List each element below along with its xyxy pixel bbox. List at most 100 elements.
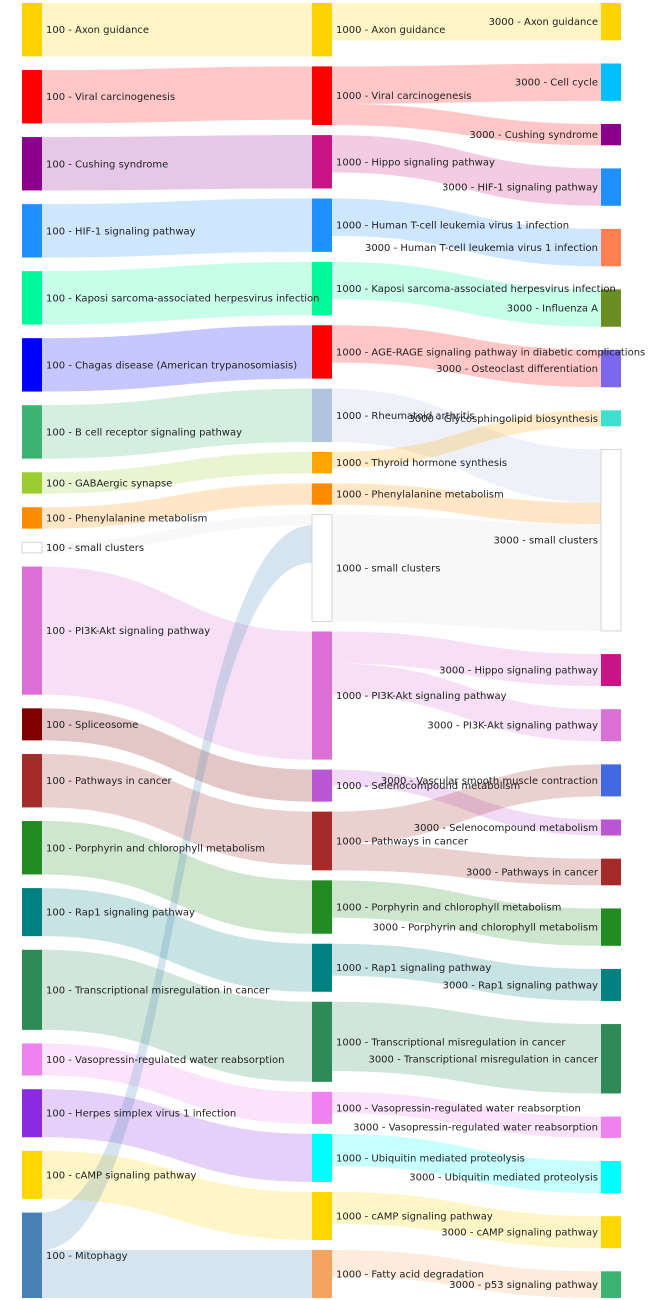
sankey-node[interactable] xyxy=(312,452,332,474)
sankey-node[interactable] xyxy=(601,819,621,836)
sankey-node[interactable] xyxy=(601,908,621,946)
sankey-node-label: 1000 - Vasopressin-regulated water reabs… xyxy=(336,1103,581,1114)
sankey-node-label: 1000 - Rap1 signaling pathway xyxy=(336,963,491,974)
sankey-node[interactable] xyxy=(312,483,332,505)
sankey-node[interactable] xyxy=(312,388,332,443)
sankey-node-label: 3000 - Cushing syndrome xyxy=(469,130,598,141)
sankey-node-label: 100 - cAMP signaling pathway xyxy=(46,1170,196,1181)
sankey-node-label: 3000 - HIF-1 signaling pathway xyxy=(442,183,598,194)
sankey-node-label: 3000 - PI3K-Akt signaling pathway xyxy=(427,721,598,732)
sankey-node[interactable] xyxy=(312,1191,332,1240)
sankey-node[interactable] xyxy=(22,3,42,57)
sankey-node[interactable] xyxy=(601,968,621,1001)
sankey-node[interactable] xyxy=(312,66,332,126)
sankey-node[interactable] xyxy=(601,1024,621,1094)
sankey-node[interactable] xyxy=(22,754,42,808)
sankey-node[interactable] xyxy=(22,1043,42,1076)
sankey-node[interactable] xyxy=(22,566,42,695)
sankey-node-label: 3000 - Transcriptional misregulation in … xyxy=(368,1054,598,1065)
sankey-node[interactable] xyxy=(312,769,332,802)
sankey-node-label: 1000 - Human T-cell leukemia virus 1 inf… xyxy=(336,221,569,232)
sankey-node[interactable] xyxy=(312,135,332,189)
sankey-node-label: 100 - Vasopressin-regulated water reabso… xyxy=(46,1055,284,1066)
sankey-node[interactable] xyxy=(601,3,621,41)
sankey-node[interactable] xyxy=(601,168,621,206)
sankey-node[interactable] xyxy=(601,858,621,886)
sankey-node[interactable] xyxy=(22,507,42,529)
sankey-node[interactable] xyxy=(601,654,621,687)
sankey-node[interactable] xyxy=(22,204,42,258)
sankey-node[interactable] xyxy=(22,1150,42,1199)
sankey-node-label: 3000 - Ubiquitin mediated proteolysis xyxy=(409,1173,598,1184)
sankey-node[interactable] xyxy=(22,271,42,325)
sankey-node-label: 3000 - Porphyrin and chlorophyll metabol… xyxy=(373,923,598,934)
sankey-node[interactable] xyxy=(22,708,42,741)
sankey-node[interactable] xyxy=(22,405,42,459)
sankey-node[interactable] xyxy=(312,261,332,316)
sankey-node-label: 3000 - small clusters xyxy=(494,536,598,547)
sankey-node-label: 100 - Chagas disease (American trypanoso… xyxy=(46,360,297,371)
sankey-node[interactable] xyxy=(312,811,332,871)
sankey-diagram: 100 - Axon guidance 100 - Viral carcinoge… xyxy=(21,3,645,1298)
sankey-node-label: 3000 - Vasopressin-regulated water reabs… xyxy=(353,1123,598,1134)
sankey-node[interactable] xyxy=(22,949,42,1030)
sankey-node[interactable] xyxy=(312,1091,332,1124)
sankey-link[interactable] xyxy=(332,843,601,886)
sankey-node-label: 1000 - Phenylalanine metabolism xyxy=(336,490,504,501)
sankey-node[interactable] xyxy=(312,325,332,379)
sankey-node-label: 100 - PI3K-Akt signaling pathway xyxy=(46,626,210,637)
sankey-link[interactable] xyxy=(332,135,601,206)
sankey-node[interactable] xyxy=(312,1133,332,1182)
sankey-node[interactable] xyxy=(312,880,332,934)
sankey-link[interactable] xyxy=(42,325,312,392)
sankey-node[interactable] xyxy=(22,472,42,494)
sankey-node[interactable] xyxy=(600,449,622,632)
sankey-node[interactable] xyxy=(601,1116,621,1138)
sankey-node[interactable] xyxy=(312,1001,332,1082)
sankey-node[interactable] xyxy=(601,123,621,146)
sankey-node[interactable] xyxy=(22,338,42,392)
sankey-node-label: 1000 - small clusters xyxy=(336,564,440,575)
sankey-node[interactable] xyxy=(312,943,332,992)
sankey-node[interactable] xyxy=(601,410,621,427)
sankey-node-label: 1000 - AGE-RAGE signaling pathway in dia… xyxy=(336,347,645,358)
sankey-node[interactable] xyxy=(22,821,42,875)
sankey-node[interactable] xyxy=(312,1249,332,1298)
sankey-link[interactable] xyxy=(42,388,312,459)
sankey-node-label: 1000 - Transcriptional misregulation in … xyxy=(336,1037,566,1048)
sankey-node-label: 100 - Pathways in cancer xyxy=(46,776,173,787)
sankey-node-label: 3000 - Hippo signaling pathway xyxy=(439,666,598,677)
sankey-node[interactable] xyxy=(312,3,332,57)
sankey-node-label: 1000 - Kaposi sarcoma-associated herpesv… xyxy=(336,284,616,295)
sankey-node-label: 100 - Viral carcinogenesis xyxy=(46,92,175,103)
sankey-node[interactable] xyxy=(312,631,332,760)
sankey-node[interactable] xyxy=(601,709,621,742)
sankey-node-label: 3000 - Pathways in cancer xyxy=(466,867,599,878)
sankey-node[interactable] xyxy=(21,541,43,554)
sankey-node-label: 3000 - Osteoclast differentiation xyxy=(436,364,598,375)
sankey-node[interactable] xyxy=(22,888,42,937)
sankey-node[interactable] xyxy=(22,137,42,191)
sankey-node-label: 3000 - Glycosphingolipid biosynthesis xyxy=(409,414,598,425)
sankey-node[interactable] xyxy=(22,70,42,124)
sankey-node[interactable] xyxy=(601,228,621,267)
sankey-node[interactable] xyxy=(312,198,332,252)
sankey-node[interactable] xyxy=(601,764,621,797)
sankey-node-label: 1000 - PI3K-Akt signaling pathway xyxy=(336,691,507,702)
sankey-node-label: 3000 - p53 signaling pathway xyxy=(449,1280,598,1291)
sankey-node-label: 3000 - Vascular smooth muscle contractio… xyxy=(381,776,598,787)
sankey-node-label: 100 - Herpes simplex virus 1 infection xyxy=(46,1109,236,1120)
sankey-node-label: 100 - GABAergic synapse xyxy=(46,478,172,489)
sankey-node-label: 3000 - Cell cycle xyxy=(515,78,598,89)
sankey-node[interactable] xyxy=(601,1161,621,1194)
sankey-node-label: 1000 - cAMP signaling pathway xyxy=(336,1211,493,1222)
sankey-link[interactable] xyxy=(332,198,601,267)
sankey-node[interactable] xyxy=(22,1089,42,1138)
sankey-node[interactable] xyxy=(601,63,621,101)
sankey-node[interactable] xyxy=(601,1271,621,1298)
sankey-node[interactable] xyxy=(22,1212,42,1298)
sankey-node-label: 100 - Phenylalanine metabolism xyxy=(46,513,207,524)
sankey-node[interactable] xyxy=(311,514,333,622)
sankey-node-label: 1000 - Axon guidance xyxy=(336,25,445,36)
sankey-node[interactable] xyxy=(601,1216,621,1249)
